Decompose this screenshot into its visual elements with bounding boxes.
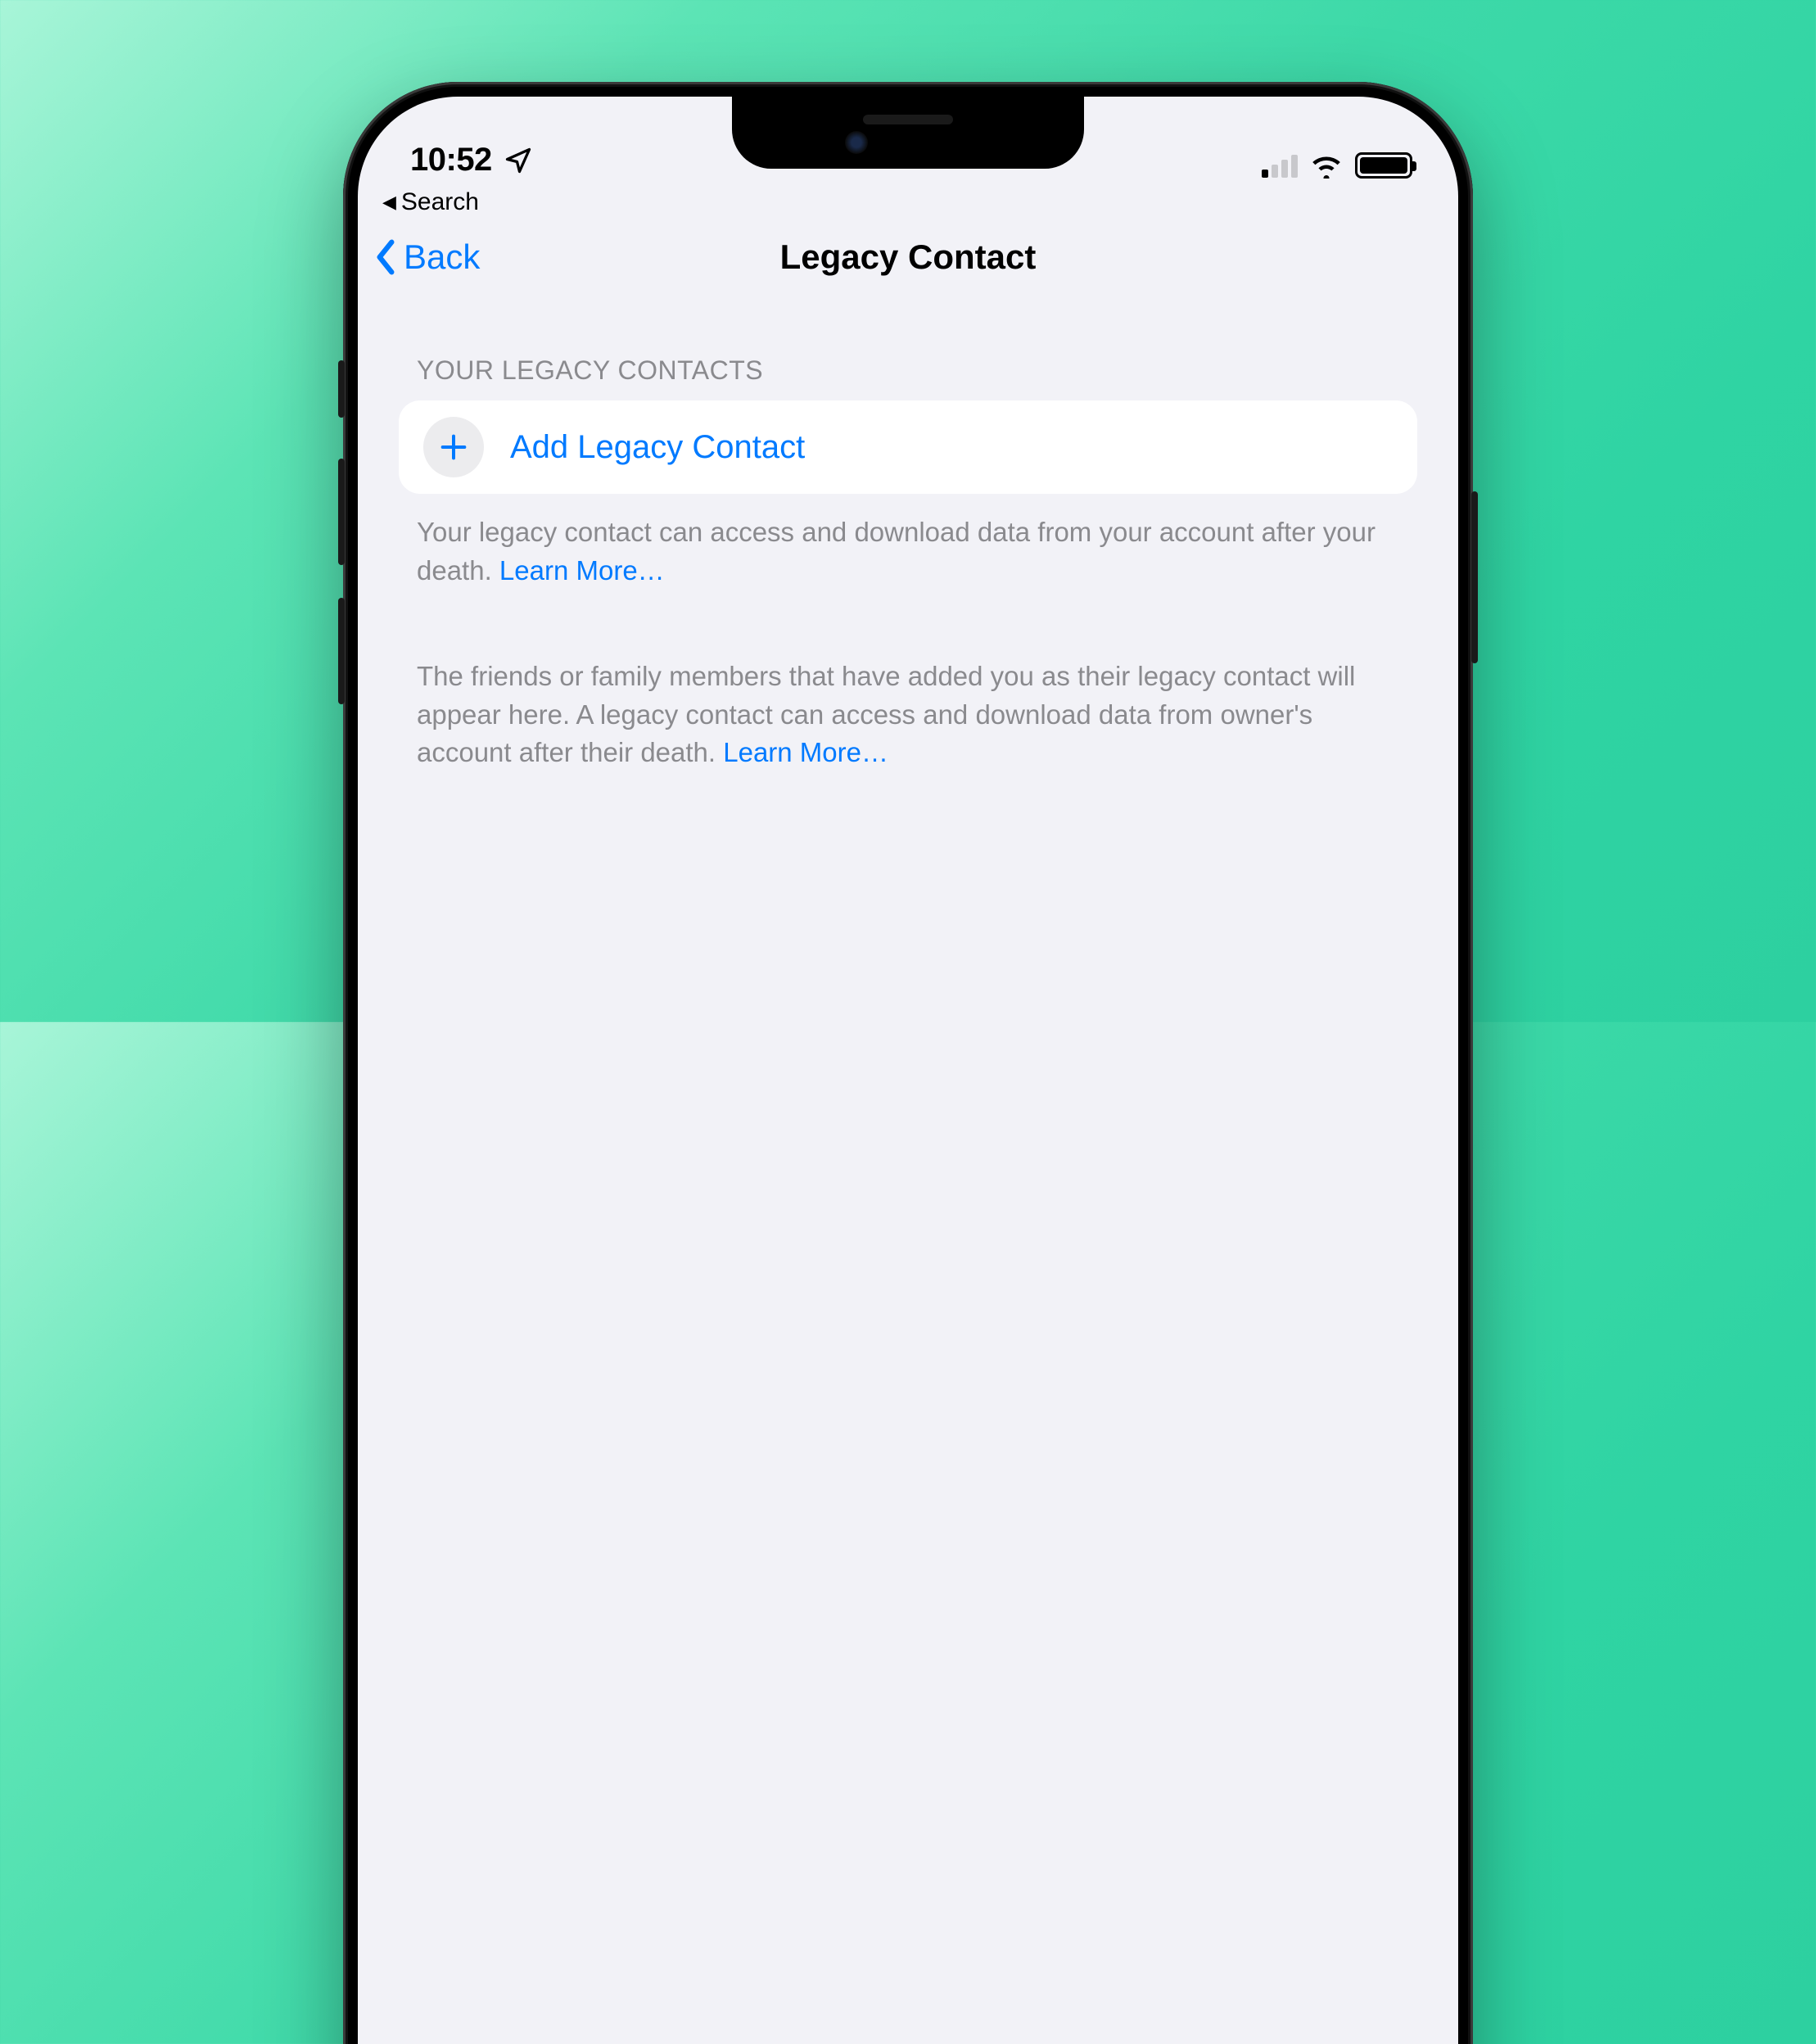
cellular-signal-icon bbox=[1262, 153, 1298, 178]
section-footer-1: Your legacy contact can access and downl… bbox=[399, 494, 1417, 590]
plus-icon bbox=[423, 417, 484, 477]
learn-more-link-1[interactable]: Learn More… bbox=[499, 555, 665, 586]
battery-icon bbox=[1355, 152, 1412, 179]
status-time: 10:52 bbox=[410, 142, 492, 179]
page-title: Legacy Contact bbox=[358, 237, 1458, 277]
back-button[interactable]: Back bbox=[374, 237, 480, 277]
navigation-bar: Back Legacy Contact bbox=[358, 216, 1458, 298]
section-header: YOUR LEGACY CONTACTS bbox=[399, 355, 1417, 400]
location-icon bbox=[504, 146, 533, 175]
volume-up-button bbox=[338, 459, 345, 565]
section-footer-2: The friends or family members that have … bbox=[399, 638, 1417, 773]
front-camera bbox=[845, 131, 868, 154]
add-legacy-contact-button[interactable]: Add Legacy Contact bbox=[399, 400, 1417, 494]
chevron-left-icon bbox=[374, 239, 397, 275]
add-legacy-contact-label: Add Legacy Contact bbox=[510, 429, 805, 466]
breadcrumb-back-icon: ◀ bbox=[382, 192, 396, 213]
mute-switch bbox=[338, 360, 345, 418]
wifi-icon bbox=[1309, 152, 1344, 179]
breadcrumb-label: Search bbox=[401, 188, 479, 216]
volume-down-button bbox=[338, 598, 345, 704]
phone-screen: 10:52 bbox=[358, 97, 1458, 2044]
device-notch bbox=[732, 97, 1084, 169]
phone-device-frame: 10:52 bbox=[343, 82, 1473, 2044]
power-button bbox=[1471, 491, 1478, 663]
speaker-grille bbox=[863, 115, 953, 124]
back-button-label: Back bbox=[404, 237, 480, 277]
breadcrumb-back[interactable]: ◀ Search bbox=[358, 185, 1458, 216]
learn-more-link-2[interactable]: Learn More… bbox=[723, 737, 888, 767]
